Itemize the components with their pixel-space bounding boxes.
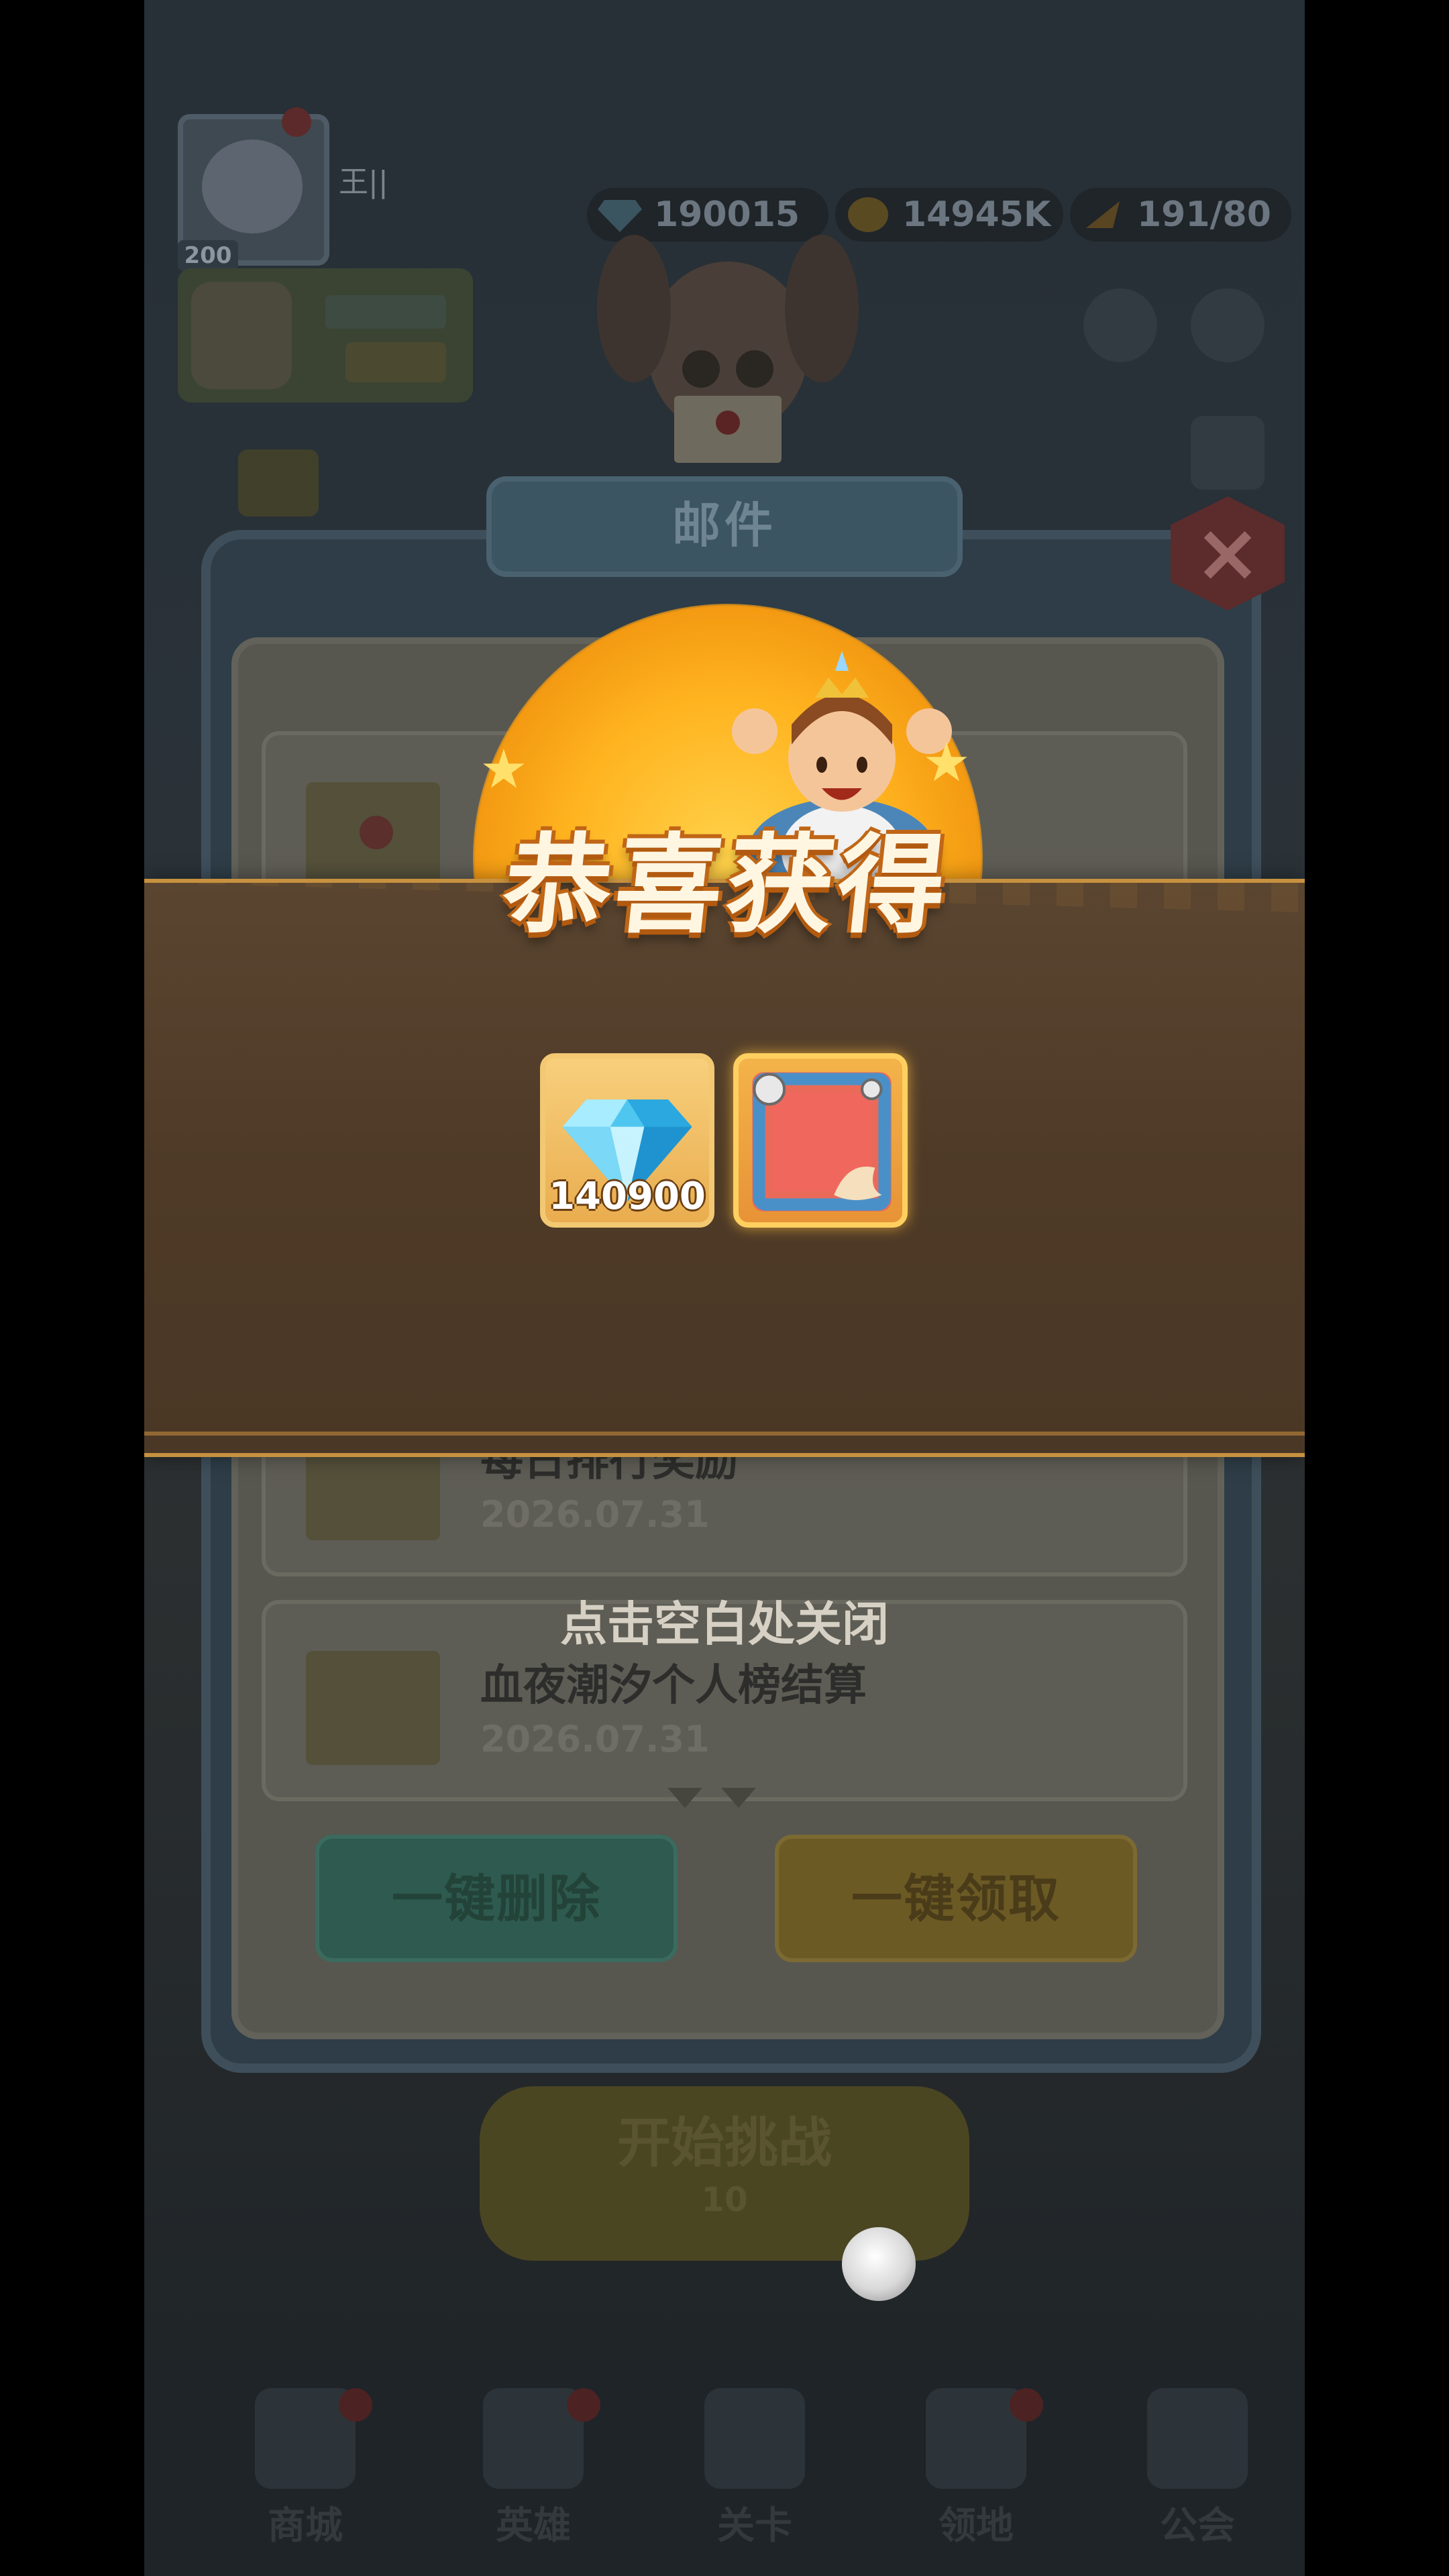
star-icon: ★ [922, 731, 971, 794]
band-divider [144, 1432, 1305, 1436]
congrats-title: 恭喜获得 [497, 822, 957, 948]
reward-count: 140900 [549, 1175, 706, 1218]
touch-cursor-icon [842, 2227, 916, 2301]
avatar-frame-icon [752, 1072, 892, 1212]
reward-item-diamond[interactable]: 140900 [540, 1053, 714, 1228]
reward-item-avatar-frame[interactable] [733, 1053, 908, 1228]
star-icon: ★ [480, 738, 528, 800]
close-hint: 点击空白处关闭 [560, 1597, 889, 1652]
reward-band [144, 879, 1305, 1457]
game-screen: 200 王|| 190015 14945K 191/80 邮件 × 邮 [144, 0, 1305, 2576]
